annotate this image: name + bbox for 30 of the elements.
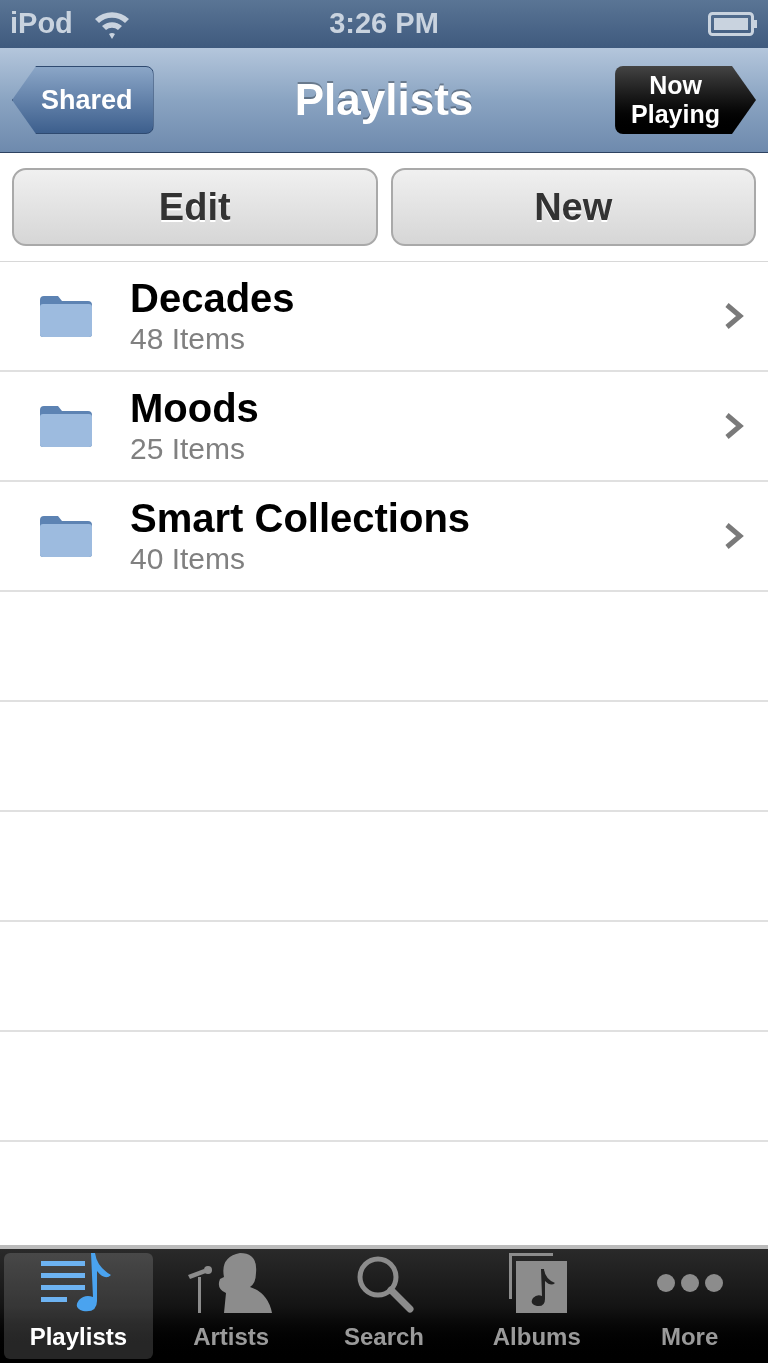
now-playing-button[interactable]: Now Playing [615, 66, 756, 134]
item-count: 25 Items [130, 431, 247, 467]
playlist-name: Smart Collections [130, 495, 472, 541]
screen-title: Playlists [294, 74, 474, 126]
item-count: 48 Items [130, 321, 247, 357]
back-button[interactable]: Shared [12, 66, 154, 134]
playlist-row[interactable]: Moods 25 Items [0, 372, 768, 482]
folder-icon [38, 294, 94, 338]
album-icon [506, 1253, 567, 1313]
tab[interactable]: Artists [156, 1253, 306, 1359]
more-icon [655, 1273, 724, 1293]
tab[interactable]: Playlists [4, 1253, 153, 1359]
tab[interactable]: Search [309, 1253, 459, 1359]
toolbar-button[interactable]: Edit [12, 168, 378, 246]
chevron-icon [724, 521, 744, 551]
tab[interactable]: Albums [462, 1253, 612, 1359]
folder-icon [38, 404, 94, 448]
playlist-row[interactable]: Decades 48 Items [0, 262, 768, 372]
folder-icon [38, 514, 94, 558]
carrier-name: iPod [10, 6, 73, 42]
tab[interactable]: More [615, 1253, 764, 1359]
battery-icon [708, 12, 758, 36]
playlist-name: Decades [130, 275, 296, 321]
chevron-icon [724, 411, 744, 441]
toolbar-button[interactable]: New [390, 168, 756, 246]
playlist-row[interactable]: Smart Collections 40 Items [0, 482, 768, 592]
clock: 3:26 PM [329, 6, 439, 42]
item-count: 40 Items [130, 541, 247, 577]
chevron-icon [724, 301, 744, 331]
playlist-name: Moods [130, 385, 260, 431]
